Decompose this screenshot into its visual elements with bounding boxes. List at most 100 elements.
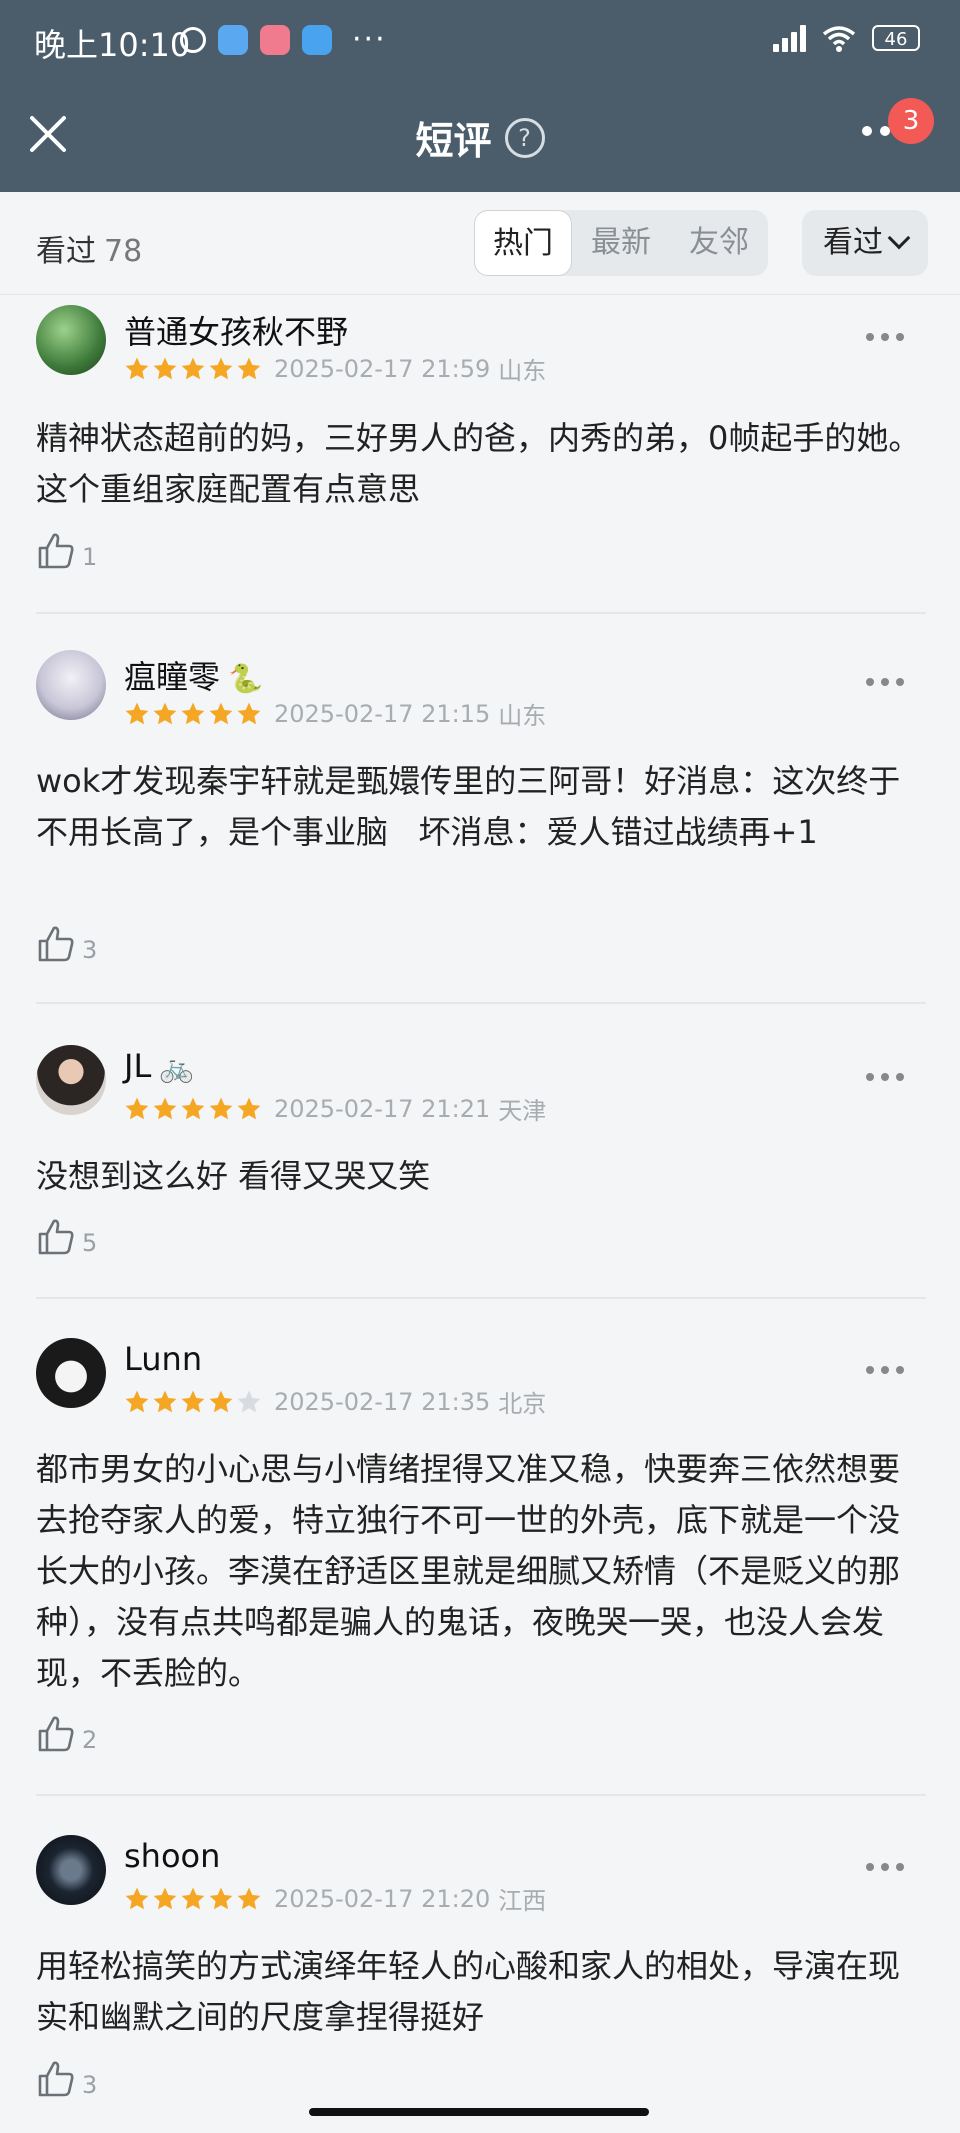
- help-icon[interactable]: ?: [504, 117, 545, 158]
- username[interactable]: shoon: [124, 1837, 220, 1875]
- app-notification-icon: [218, 24, 248, 55]
- status-filter-label: 看过: [823, 225, 883, 260]
- star-filled-icon: [237, 357, 261, 379]
- username-text: JL: [124, 1047, 152, 1085]
- comment-meta: 2025-02-17 21:59 山东: [124, 351, 546, 386]
- home-indicator[interactable]: [309, 2108, 649, 2116]
- thumbs-up-icon: [38, 926, 74, 962]
- comment-region: 天津: [498, 1097, 547, 1125]
- star-filled-icon: [153, 1887, 177, 1909]
- star-filled-icon: [153, 702, 177, 724]
- tab-latest[interactable]: 最新: [572, 210, 670, 276]
- page-title: 短评: [415, 119, 492, 163]
- username[interactable]: JL 🚲: [124, 1047, 194, 1085]
- sort-tabs: 热门 最新 友邻: [474, 210, 768, 276]
- comment-region: 山东: [498, 702, 547, 730]
- like-count: 1: [82, 543, 98, 571]
- avatar[interactable]: [36, 1338, 106, 1408]
- status-notification-icons: ···: [180, 22, 387, 57]
- divider: [36, 612, 926, 614]
- avatar[interactable]: [36, 305, 106, 375]
- star-filled-icon: [209, 1390, 233, 1412]
- tab-hot[interactable]: 热门: [474, 210, 572, 276]
- thumbs-up-icon: [38, 1716, 74, 1752]
- like-button[interactable]: 3: [36, 924, 97, 964]
- star-filled-icon: [237, 702, 261, 724]
- star-filled-icon: [181, 1097, 205, 1119]
- star-filled-icon: [209, 702, 233, 724]
- wifi-icon: [822, 26, 856, 52]
- comment-text: wok才发现秦宇轩就是甄嬛传里的三阿哥！好消息：这次终于不用长高了，是个事业脑 …: [36, 762, 901, 851]
- username-text: 普通女孩秋不野: [124, 313, 349, 351]
- comment-region: 山东: [498, 357, 547, 385]
- rating-stars: [124, 1886, 262, 1912]
- signal-icon: [773, 24, 806, 52]
- avatar[interactable]: [36, 1045, 106, 1115]
- thumbs-up-icon: [38, 2061, 74, 2097]
- rating-stars: [124, 1389, 262, 1415]
- like-button[interactable]: 3: [36, 2059, 97, 2099]
- status-bar: 晚上10:10 ··· 46: [0, 0, 960, 80]
- status-filter-dropdown[interactable]: 看过: [802, 210, 928, 276]
- star-filled-icon: [153, 357, 177, 379]
- star-filled-icon: [237, 1097, 261, 1119]
- comment-datetime: 2025-02-17 21:35: [274, 1387, 491, 1416]
- comment-meta: 2025-02-17 21:15 山东: [124, 696, 546, 731]
- rating-stars: [124, 356, 262, 382]
- username[interactable]: 普通女孩秋不野: [124, 307, 348, 353]
- star-filled-icon: [125, 1887, 149, 1909]
- avatar[interactable]: [36, 1835, 106, 1905]
- avatar[interactable]: [36, 650, 106, 720]
- star-filled-icon: [209, 357, 233, 379]
- comment-more-icon[interactable]: [866, 1863, 904, 1871]
- comment-more-icon[interactable]: [866, 333, 904, 341]
- username[interactable]: 瘟瞳零 🐍: [124, 652, 263, 698]
- comment-more-icon[interactable]: [866, 1366, 904, 1374]
- like-count: 2: [82, 1726, 98, 1754]
- star-empty-icon: [237, 1390, 261, 1412]
- app-notification-icon: [260, 24, 290, 55]
- like-button[interactable]: 1: [36, 531, 97, 571]
- rating-stars: [124, 1096, 262, 1122]
- like-button[interactable]: 5: [36, 1217, 97, 1257]
- username-text: shoon: [124, 1837, 221, 1875]
- app-notification-icon: [302, 24, 332, 55]
- notification-badge: 3: [888, 98, 934, 144]
- comment-more-icon[interactable]: [866, 678, 904, 686]
- comment-datetime: 2025-02-17 21:21: [274, 1094, 491, 1123]
- comment-datetime: 2025-02-17 21:15: [274, 699, 491, 728]
- star-filled-icon: [181, 357, 205, 379]
- top-bar: 晚上10:10 ··· 46 短评 ? 3: [0, 0, 960, 192]
- more-menu-icon[interactable]: [862, 126, 890, 136]
- seen-count: 看过 78: [36, 226, 142, 270]
- star-filled-icon: [209, 1097, 233, 1119]
- like-count: 3: [82, 2071, 98, 2099]
- comment-more-icon[interactable]: [866, 1073, 904, 1081]
- seen-label: 看过: [36, 234, 96, 269]
- star-filled-icon: [153, 1097, 177, 1119]
- status-time: 晚上10:10: [34, 26, 191, 64]
- star-filled-icon: [209, 1887, 233, 1909]
- username-text: 瘟瞳零: [124, 658, 221, 696]
- comment-text: 精神状态超前的妈，三好男人的爸，内秀的弟，0帧起手的她。这个重组家庭配置有点意思: [36, 419, 921, 508]
- user-emoji: 🚲: [159, 1051, 195, 1084]
- user-emoji: 🐍: [228, 662, 263, 695]
- chevron-down-icon: [887, 226, 911, 250]
- comment-meta: 2025-02-17 21:21 天津: [124, 1091, 546, 1126]
- username-text: Lunn: [124, 1340, 203, 1378]
- alarm-icon: [180, 26, 206, 53]
- filter-bar: 看过 78 热门 最新 友邻 看过: [0, 192, 960, 295]
- comment-meta: 2025-02-17 21:20 江西: [124, 1881, 546, 1916]
- header: 短评 ? 3: [0, 80, 960, 192]
- thumbs-up-icon: [38, 533, 74, 569]
- comment-text: 没想到这么好 看得又哭又笑: [36, 1157, 431, 1195]
- battery-icon: 46: [872, 25, 920, 51]
- star-filled-icon: [181, 1887, 205, 1909]
- thumbs-up-icon: [38, 1219, 74, 1255]
- tab-friends[interactable]: 友邻: [670, 210, 768, 276]
- star-filled-icon: [125, 702, 149, 724]
- like-button[interactable]: 2: [36, 1714, 97, 1754]
- comment-region: 江西: [498, 1887, 547, 1915]
- username[interactable]: Lunn: [124, 1340, 202, 1378]
- divider: [36, 1297, 926, 1299]
